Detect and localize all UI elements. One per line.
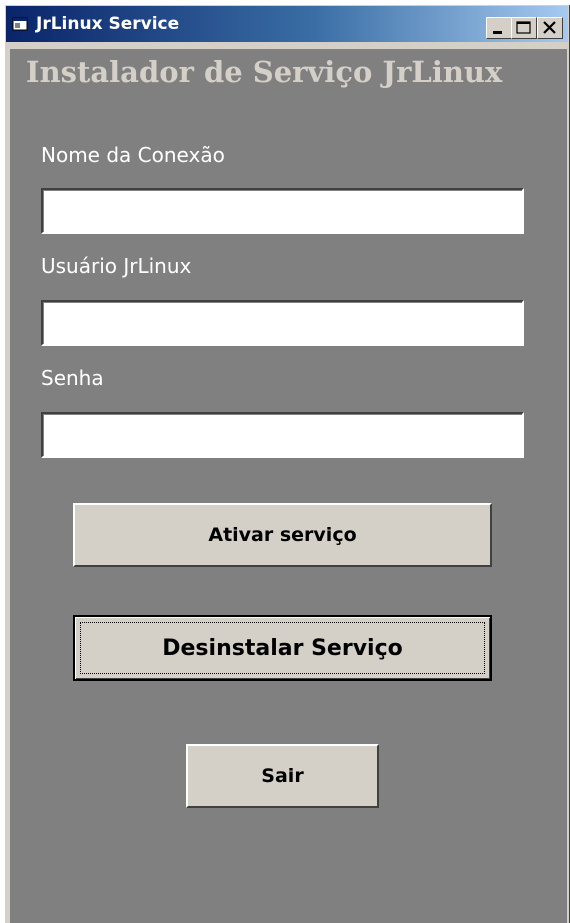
app-window: JrLinux Service Instalador de Serviço Jr… — [4, 4, 570, 923]
app-icon[interactable] — [12, 16, 28, 32]
connection-name-label: Nome da Conexão — [41, 143, 225, 167]
maximize-button[interactable] — [511, 17, 537, 39]
page-title: Instalador de Serviço JrLinux — [26, 55, 503, 89]
uninstall-service-button[interactable]: Desinstalar Serviço — [73, 615, 492, 681]
focus-rectangle — [80, 622, 485, 674]
title-bar[interactable]: JrLinux Service — [6, 6, 568, 42]
close-button[interactable] — [537, 17, 563, 39]
user-input[interactable] — [41, 300, 524, 346]
password-label: Senha — [41, 366, 104, 390]
minimize-button[interactable] — [486, 17, 512, 39]
window-title: JrLinux Service — [36, 14, 180, 34]
user-label: Usuário JrLinux — [41, 254, 192, 278]
password-input[interactable] — [41, 412, 524, 458]
connection-name-input[interactable] — [41, 188, 524, 234]
close-icon — [543, 21, 556, 34]
minimize-icon — [493, 31, 502, 34]
maximize-icon — [516, 21, 531, 34]
exit-button[interactable]: Sair — [186, 744, 379, 808]
activate-service-button[interactable]: Ativar serviço — [73, 503, 492, 567]
